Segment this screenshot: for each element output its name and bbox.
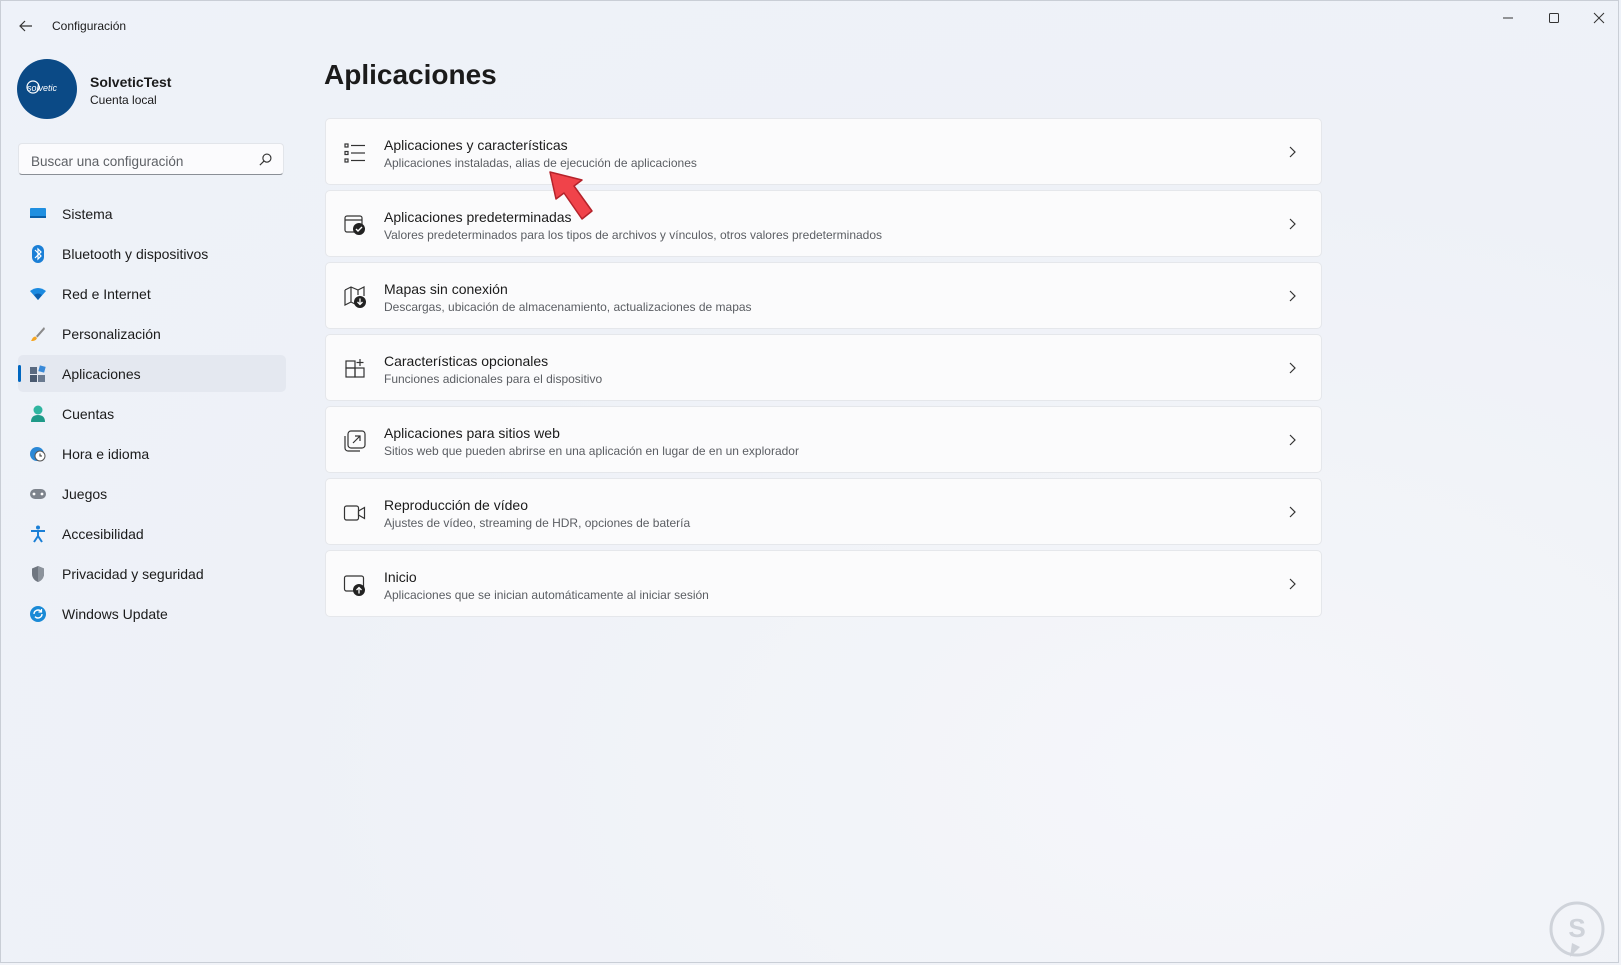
close-icon <box>1593 12 1605 24</box>
card-title: Aplicaciones para sitios web <box>384 425 560 441</box>
back-button[interactable] <box>13 13 39 39</box>
card-subtitle: Sitios web que pueden abrirse en una apl… <box>384 444 799 458</box>
card-apps-for-websites[interactable]: Aplicaciones para sitios web Sitios web … <box>325 406 1322 473</box>
sidebar-item-label: Sistema <box>62 206 113 222</box>
back-arrow-icon <box>19 20 32 32</box>
card-subtitle: Aplicaciones que se inician automáticame… <box>384 588 709 602</box>
map-download-icon <box>344 286 366 308</box>
clock-globe-icon <box>28 444 48 464</box>
sidebar-item-label: Cuentas <box>62 406 115 422</box>
bluetooth-icon <box>28 244 48 264</box>
chevron-right-icon <box>1289 578 1296 590</box>
profile-name: SolveticTest <box>90 74 172 90</box>
open-external-icon <box>344 430 366 452</box>
update-icon <box>28 604 48 624</box>
accessibility-icon <box>28 524 48 544</box>
card-subtitle: Aplicaciones instaladas, alias de ejecuc… <box>384 156 697 170</box>
list-icon <box>344 143 365 163</box>
card-apps-features[interactable]: Aplicaciones y características Aplicacio… <box>325 118 1322 185</box>
selection-indicator <box>18 365 21 382</box>
card-title: Mapas sin conexión <box>384 281 508 297</box>
sidebar-item-label: Hora e idioma <box>62 446 150 462</box>
annotation-arrow-icon <box>549 171 593 220</box>
sidebar-item-label: Juegos <box>62 486 108 502</box>
card-title: Aplicaciones y características <box>384 137 568 153</box>
default-apps-icon <box>344 215 365 235</box>
user-profile[interactable]: solvetic SolveticTest Cuenta local <box>17 59 277 121</box>
maximize-icon <box>1549 13 1559 23</box>
search-box[interactable] <box>18 143 284 175</box>
chevron-right-icon <box>1289 290 1296 302</box>
card-offline-maps[interactable]: Mapas sin conexión Descargas, ubicación … <box>325 262 1322 329</box>
card-subtitle: Funciones adicionales para el dispositiv… <box>384 372 603 386</box>
system-icon <box>28 204 48 224</box>
video-camera-icon <box>343 505 366 521</box>
sidebar-nav: Sistema Bluetooth y dispositivos Red e I… <box>18 195 286 635</box>
card-title: Características opcionales <box>384 353 549 369</box>
chevron-right-icon <box>1289 506 1296 518</box>
sidebar-item-red[interactable]: Red e Internet <box>18 275 286 312</box>
apps-icon <box>28 364 48 384</box>
startup-icon <box>343 575 365 596</box>
sidebar-item-label: Accesibilidad <box>62 526 144 542</box>
sidebar-item-juegos[interactable]: Juegos <box>18 475 286 512</box>
settings-window: Configuración solvetic SolveticTest Cuen… <box>0 0 1619 963</box>
close-button[interactable] <box>1576 1 1621 35</box>
wifi-icon <box>28 284 48 304</box>
sidebar-item-label: Personalización <box>62 326 161 342</box>
search-icon[interactable] <box>258 152 273 167</box>
card-video-playback[interactable]: Reproducción de vídeo Ajustes de vídeo, … <box>325 478 1322 545</box>
brush-icon <box>28 324 48 344</box>
card-title: Reproducción de vídeo <box>384 497 528 513</box>
chevron-right-icon <box>1289 362 1296 374</box>
account-type: Cuenta local <box>90 93 157 107</box>
sidebar-item-cuentas[interactable]: Cuentas <box>18 395 286 432</box>
sidebar-item-label: Windows Update <box>62 606 168 622</box>
card-subtitle: Valores predeterminados para los tipos d… <box>384 228 883 242</box>
settings-card-list: Aplicaciones y características Aplicacio… <box>325 118 1322 622</box>
svg-text:S: S <box>1568 913 1585 943</box>
window-title: Configuración <box>52 19 127 33</box>
chevron-right-icon <box>1289 434 1296 446</box>
sidebar-item-hora[interactable]: Hora e idioma <box>18 435 286 472</box>
card-title: Inicio <box>384 569 417 585</box>
card-optional-features[interactable]: Características opcionales Funciones adi… <box>325 334 1322 401</box>
gamepad-icon <box>28 484 48 504</box>
sidebar-item-label: Bluetooth y dispositivos <box>62 246 209 262</box>
sidebar-item-label: Privacidad y seguridad <box>62 566 204 582</box>
card-default-apps[interactable]: Aplicaciones predeterminadas Valores pre… <box>325 190 1322 257</box>
shield-icon <box>28 564 48 584</box>
card-subtitle: Ajustes de vídeo, streaming de HDR, opci… <box>384 516 691 530</box>
person-icon <box>28 404 48 424</box>
sidebar-item-sistema[interactable]: Sistema <box>18 195 286 232</box>
chevron-right-icon <box>1289 146 1296 158</box>
minimize-button[interactable] <box>1485 1 1531 35</box>
card-subtitle: Descargas, ubicación de almacenamiento, … <box>384 300 752 314</box>
sidebar-item-privacidad[interactable]: Privacidad y seguridad <box>18 555 286 592</box>
minimize-icon <box>1503 17 1513 19</box>
sidebar-item-label: Red e Internet <box>62 286 151 302</box>
chevron-right-icon <box>1289 218 1296 230</box>
sidebar-item-windows-update[interactable]: Windows Update <box>18 595 286 632</box>
page-title: Aplicaciones <box>324 59 497 90</box>
card-title: Aplicaciones predeterminadas <box>384 209 572 225</box>
solvetic-watermark-logo: S <box>1549 901 1605 957</box>
sidebar-item-personalizacion[interactable]: Personalización <box>18 315 286 352</box>
avatar-logo-text: solvetic <box>27 83 58 93</box>
maximize-button[interactable] <box>1531 1 1577 35</box>
sidebar-item-bluetooth[interactable]: Bluetooth y dispositivos <box>18 235 286 272</box>
sidebar-item-accesibilidad[interactable]: Accesibilidad <box>18 515 286 552</box>
title-bar: Configuración <box>1 1 1618 49</box>
avatar: solvetic <box>17 59 77 119</box>
search-input[interactable] <box>29 150 253 172</box>
card-startup[interactable]: Inicio Aplicaciones que se inician autom… <box>325 550 1322 617</box>
add-grid-icon <box>345 359 365 378</box>
sidebar-item-aplicaciones[interactable]: Aplicaciones <box>18 355 286 392</box>
sidebar-item-label: Aplicaciones <box>62 366 141 382</box>
